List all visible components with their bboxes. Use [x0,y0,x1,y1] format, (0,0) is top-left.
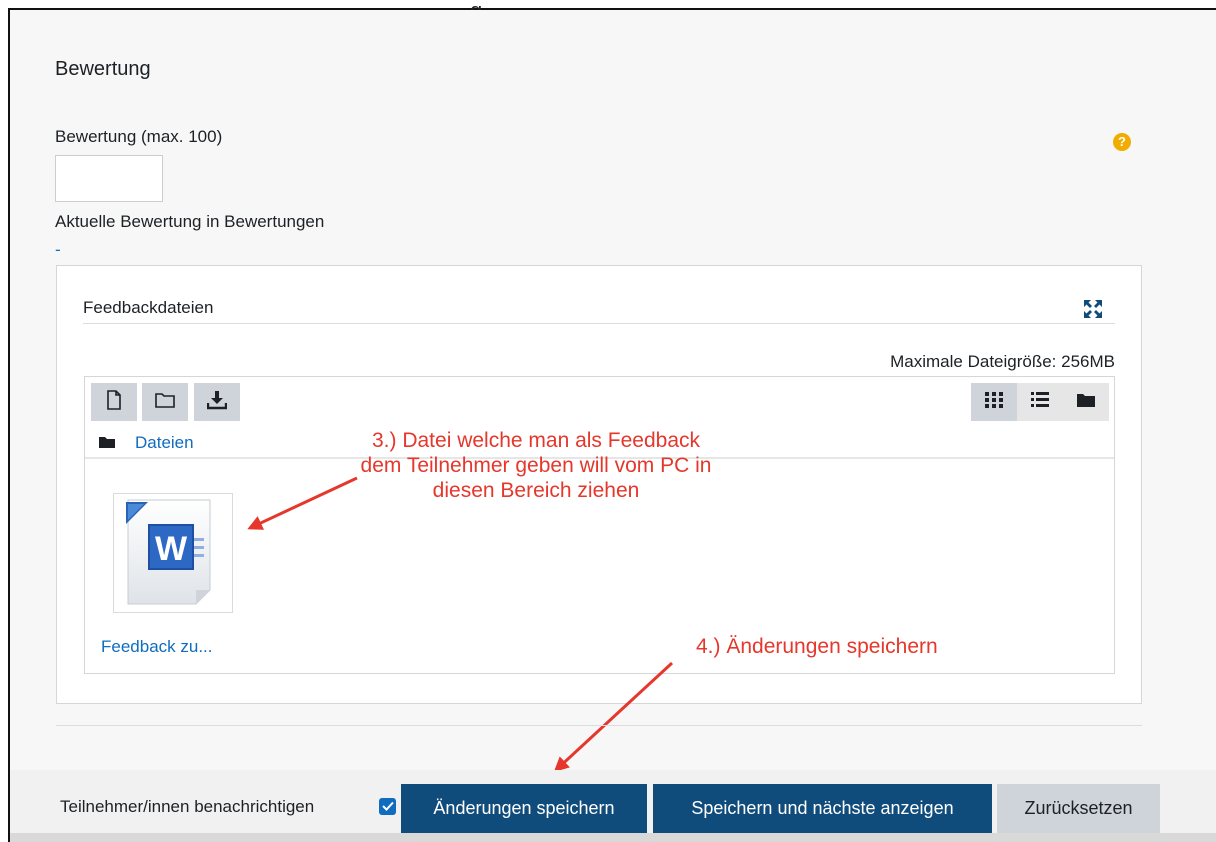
annotation-step3: 3.) Datei welche man als Feedback dem Te… [360,429,712,502]
current-grade-value[interactable]: - [55,240,61,260]
question-circle-icon[interactable]: ? [1113,133,1131,151]
check-icon [381,798,394,816]
footer-strip [10,833,1216,842]
view-list-button[interactable] [1017,383,1063,421]
file-thumbnail[interactable]: W [113,493,233,613]
view-icons-button[interactable] [971,383,1017,421]
folder-solid-icon [1076,392,1096,413]
view-tree-button[interactable] [1063,383,1109,421]
reset-button[interactable]: Zurücksetzen [997,784,1160,833]
annotation-step4: 4.) Änderungen speichern [696,635,938,658]
file-icon [106,389,122,415]
create-folder-button[interactable] [142,383,188,421]
word-document-icon: W [114,499,232,616]
svg-text:W: W [155,530,188,568]
download-icon [206,390,228,415]
add-file-button[interactable] [91,383,137,421]
notify-label: Teilnehmer/innen benachrichtigen [60,797,315,816]
current-grade-label: Aktuelle Bewertung in Bewertungen [55,212,325,231]
feedback-files-label: Feedbackdateien [83,298,214,317]
grade-label: Bewertung (max. 100) [55,127,223,146]
notify-checkbox[interactable] [379,798,396,815]
folder-icon [155,392,175,413]
file-name[interactable]: Feedback zu... [101,637,213,657]
section-divider [56,725,1142,726]
path-link-files[interactable]: Dateien [135,433,194,453]
grade-input[interactable] [55,155,163,202]
folder-solid-icon [99,435,115,448]
expand-icon[interactable] [1083,299,1103,319]
save-and-next-button[interactable]: Speichern und nächste anzeigen [653,784,992,833]
max-file-size: Maximale Dateigröße: 256MB [890,352,1115,371]
feedback-files-underline [83,323,1115,324]
grid-icon [985,391,1003,413]
download-button[interactable] [194,383,240,421]
section-title: Bewertung [55,58,151,80]
file-manager[interactable]: Dateien W Feedback zu... [84,376,1115,674]
list-icon [1031,391,1049,413]
save-changes-button[interactable]: Änderungen speichern [401,784,647,833]
